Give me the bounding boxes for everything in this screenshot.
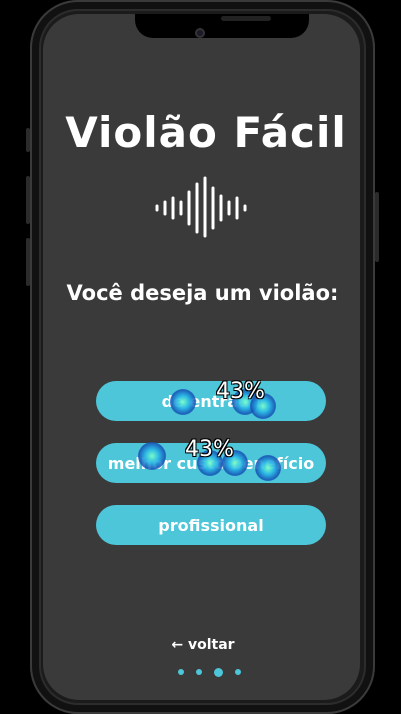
click-percentage-label: 43% [216, 379, 265, 404]
page-dot[interactable] [196, 669, 202, 675]
volume-down-button [26, 238, 30, 286]
page-dot[interactable] [235, 669, 241, 675]
pagination-dots [178, 667, 241, 677]
power-button [375, 192, 379, 262]
page-dot[interactable] [178, 669, 184, 675]
option-de-entrada-button[interactable]: de entrada [96, 381, 326, 421]
app-title: Violão Fácil [65, 108, 347, 157]
front-camera [195, 28, 205, 38]
page-dot-active[interactable] [214, 667, 223, 677]
click-percentage-label: 43% [185, 437, 234, 462]
sound-wave-icon [155, 176, 247, 238]
option-profissional-button[interactable]: profissional [96, 505, 326, 545]
volume-up-button [26, 176, 30, 224]
question-text: Você deseja um violão: [66, 281, 339, 305]
option-label: profissional [158, 515, 264, 535]
speaker-grille [221, 16, 271, 21]
back-link[interactable]: ← voltar [0, 637, 401, 653]
